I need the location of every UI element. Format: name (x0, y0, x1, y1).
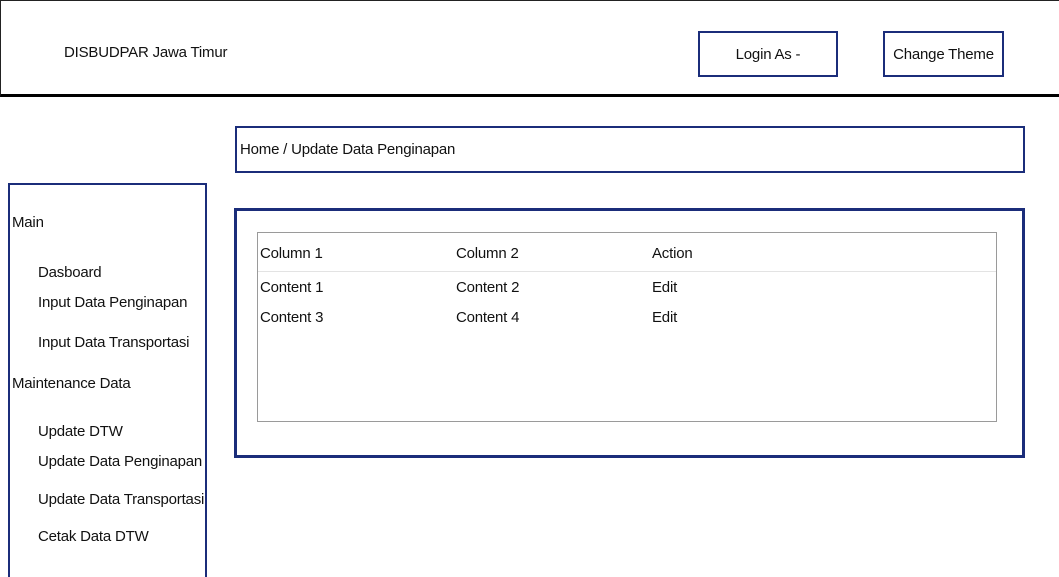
table-cell: Content 4 (456, 309, 520, 326)
table-cell: Content 2 (456, 279, 520, 296)
sidebar-item-update-dtw[interactable]: Update DTW (38, 423, 123, 440)
edit-link[interactable]: Edit (652, 279, 677, 296)
column-header: Column 2 (456, 245, 519, 262)
data-table: Column 1 Column 2 Action Content 1 Conte… (257, 232, 997, 422)
breadcrumb: Home / Update Data Penginapan (235, 126, 1025, 173)
sidebar-section-maintenance-data: Maintenance Data (12, 375, 131, 392)
sidebar-item-update-data-penginapan[interactable]: Update Data Penginapan (38, 453, 202, 470)
app-title: DISBUDPAR Jawa Timur (64, 44, 228, 61)
sidebar-item-cetak-data-dtw[interactable]: Cetak Data DTW (38, 528, 149, 545)
sidebar-item-update-data-transportasi[interactable]: Update Data Transportasi (38, 491, 204, 508)
sidebar-section-main: Main (12, 214, 44, 231)
app-header: DISBUDPAR Jawa Timur Login As - Change T… (0, 0, 1059, 97)
sidebar-item-dasboard[interactable]: Dasboard (38, 264, 102, 281)
edit-link[interactable]: Edit (652, 309, 677, 326)
breadcrumb-text: Home / Update Data Penginapan (240, 141, 456, 158)
sidebar-item-input-data-transportasi[interactable]: Input Data Transportasi (38, 334, 190, 351)
change-theme-button[interactable]: Change Theme (883, 31, 1004, 77)
sidebar: Main Dasboard Input Data Penginapan Inpu… (8, 183, 207, 577)
table-cell: Content 1 (260, 279, 324, 296)
login-as-button[interactable]: Login As - (698, 31, 838, 77)
table-cell: Content 3 (260, 309, 324, 326)
table-header: Column 1 Column 2 Action (258, 233, 996, 272)
sidebar-item-input-data-penginapan[interactable]: Input Data Penginapan (38, 294, 187, 311)
column-header: Action (652, 245, 693, 262)
content-panel: Column 1 Column 2 Action Content 1 Conte… (234, 208, 1025, 458)
column-header: Column 1 (260, 245, 323, 262)
